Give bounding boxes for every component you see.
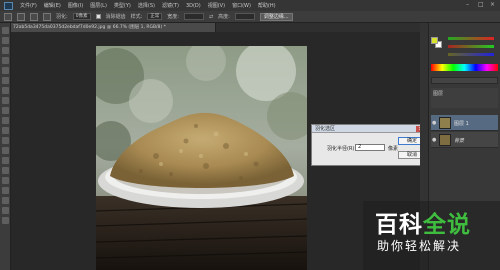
path-select-tool-icon[interactable] [2,187,9,194]
swap-icon[interactable]: ⇄ [209,14,213,20]
feather-selection-dialog: 羽化选区 × 羽化半径(R): 2 像素 确定 取消 [311,124,428,166]
width-input[interactable] [183,13,204,20]
blur-tool-icon[interactable] [2,147,9,154]
height-label: 高度: [218,14,230,20]
menu-layer[interactable]: 图层(L) [90,2,107,9]
red-slider[interactable] [448,37,494,40]
menu-3d[interactable]: 3D(D) [186,3,201,9]
width-label: 宽度: [167,14,179,20]
height-input[interactable] [234,13,255,20]
layer-name: 图层 1 [454,121,469,127]
eyedropper-tool-icon[interactable] [2,77,9,84]
layer-thumbnail [439,134,451,146]
photoshop-logo-icon [4,1,13,10]
move-tool-icon[interactable] [2,27,9,34]
menu-window[interactable]: 窗口(W) [232,2,251,9]
layers-panel-header: 图层 [431,88,498,108]
refine-edge-button[interactable]: 调整边缘... [259,12,293,21]
history-brush-tool-icon[interactable] [2,117,9,124]
quick-select-tool-icon[interactable] [2,57,9,64]
watermark-title-part2: 全说 [423,212,471,238]
lasso-tool-icon[interactable] [2,47,9,54]
menu-filter[interactable]: 滤镜(T) [162,2,179,9]
watermark-title-part1: 百科 [375,212,423,238]
menu-bar: 文件(F) 编辑(E) 图像(I) 图层(L) 类型(Y) 选择(S) 滤镜(T… [0,0,500,11]
pen-tool-icon[interactable] [2,167,9,174]
marquee-tool-icon[interactable] [2,37,9,44]
shape-tool-icon[interactable] [2,197,9,204]
add-selection-icon[interactable] [30,12,38,21]
feather-label: 羽化: [56,14,68,20]
menu-image[interactable]: 图像(I) [68,2,83,9]
watermark: 百科全说 助你轻松解决 [363,201,500,270]
maximize-icon[interactable]: □ [478,2,484,8]
feather-radius-label: 羽化半径(R): [327,146,357,152]
menu-file[interactable]: 文件(F) [20,2,37,9]
watermark-title: 百科全说 [375,205,471,239]
options-bar: 羽化: 0像素 消除锯齿 样式: 正常 宽度: ⇄ 高度: 调整边缘... [0,11,500,23]
new-selection-icon[interactable] [17,12,25,21]
layer-row-background[interactable]: ● 背景 [431,132,498,148]
style-select[interactable]: 正常 [147,13,163,20]
dodge-tool-icon[interactable] [2,157,9,164]
marquee-tool-preset-icon[interactable] [4,12,12,21]
watermark-subtitle: 助你轻松解决 [377,239,462,253]
tools-panel [0,23,11,270]
menu-view[interactable]: 视图(V) [208,2,225,9]
foreground-color-swatch[interactable] [431,37,438,44]
menu-edit[interactable]: 编辑(E) [44,2,61,9]
hand-tool-icon[interactable] [2,207,9,214]
crop-tool-icon[interactable] [2,67,9,74]
menu-help[interactable]: 帮助(H) [258,2,276,9]
antialias-label: 消除锯齿 [105,14,126,20]
close-icon[interactable]: × [490,2,496,8]
eraser-tool-icon[interactable] [2,127,9,134]
adjustments-panel [431,77,498,84]
green-slider[interactable] [448,45,494,48]
visibility-eye-icon[interactable]: ● [432,137,436,143]
document-image[interactable] [96,46,307,270]
menu-select[interactable]: 选择(S) [138,2,155,9]
feather-radius-input[interactable]: 2 [355,144,385,151]
document-tab[interactable]: 72ab5da3475da0375d2ebdaf7d0e92.jpg @ 66.… [11,23,216,32]
color-spectrum[interactable] [431,64,498,71]
type-tool-icon[interactable] [2,177,9,184]
layer-row-1[interactable]: ● 图层 1 [431,115,498,131]
zoom-tool-icon[interactable] [2,217,9,224]
visibility-eye-icon[interactable]: ● [432,120,436,126]
brush-tool-icon[interactable] [2,97,9,104]
layer-name: 背景 [454,138,465,144]
style-label: 样式: [130,14,143,20]
stamp-tool-icon[interactable] [2,107,9,114]
gradient-tool-icon[interactable] [2,137,9,144]
antialias-checkbox[interactable] [95,14,101,19]
feather-input[interactable]: 0像素 [72,13,91,20]
layers-tab[interactable]: 图层 [433,90,443,97]
subtract-selection-icon[interactable] [43,12,51,21]
tab-bar-empty [216,23,420,32]
menu-type[interactable]: 类型(Y) [114,2,131,9]
layer-thumbnail [439,117,451,129]
healing-tool-icon[interactable] [2,87,9,94]
blue-slider[interactable] [448,53,494,56]
minimize-icon[interactable]: – [466,2,472,8]
dialog-title[interactable]: 羽化选区 [312,125,427,133]
radius-unit-label: 像素 [388,146,399,152]
